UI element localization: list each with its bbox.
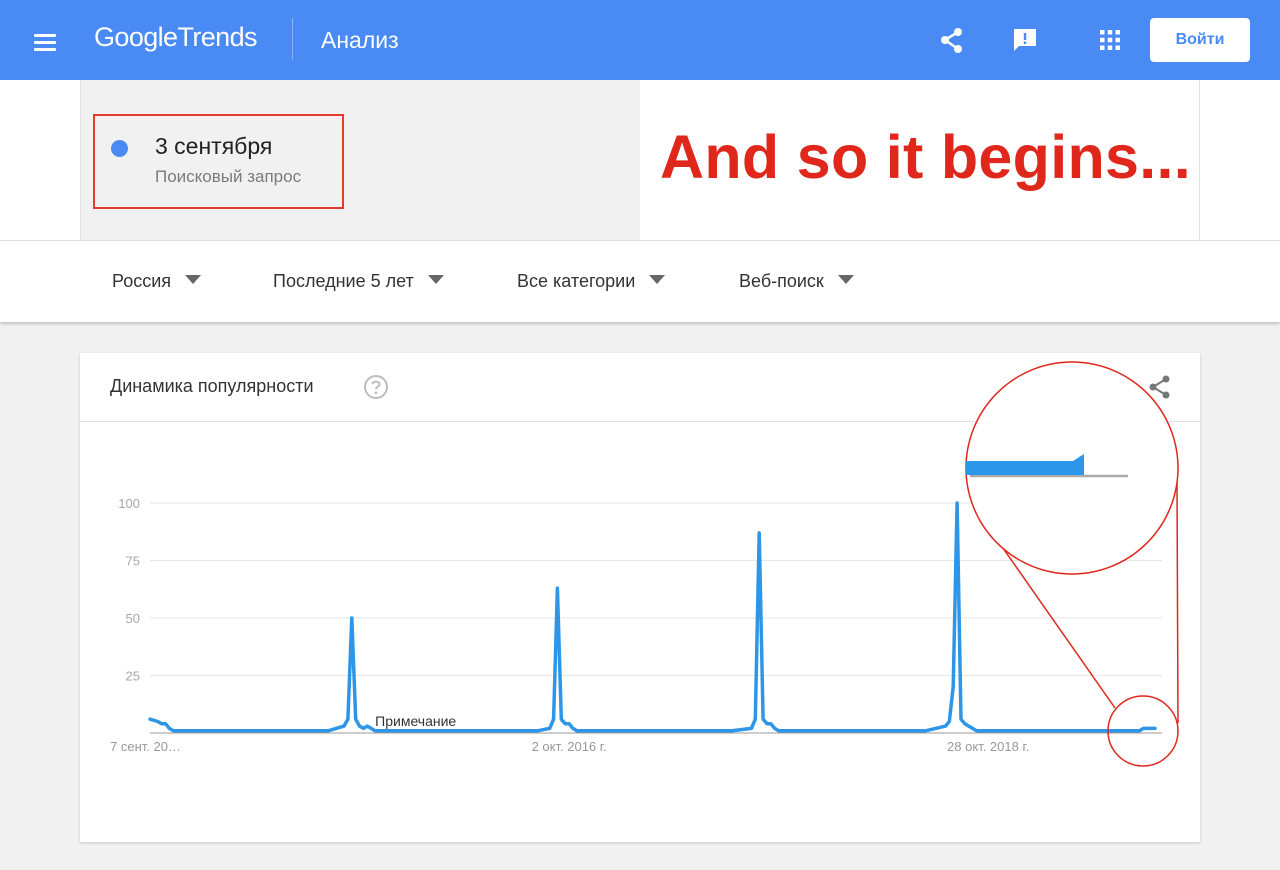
logo-google: Google	[94, 22, 178, 52]
x-tick-label-2: 28 окт. 2018 г.	[947, 739, 1029, 754]
y-tick-label-75: 75	[126, 554, 140, 569]
zoom-connector-line	[1176, 480, 1179, 724]
logo-trends: Trends	[177, 22, 257, 52]
interest-over-time-card: Динамика популярности 25 50 75 100 7 сент. 2…	[80, 353, 1200, 842]
filter-category-label: Все категории	[517, 271, 636, 291]
google-trends-logo[interactable]: GoogleTrends	[94, 22, 258, 53]
filter-category[interactable]: Все категории	[517, 271, 666, 292]
section-title: Анализ	[321, 27, 399, 53]
dropdown-arrow-icon	[185, 275, 202, 284]
term-highlight-box	[93, 114, 344, 209]
search-term-card[interactable]: 3 сентября Поисковый запрос	[80, 80, 640, 240]
dropdown-arrow-icon	[649, 275, 666, 284]
filter-time-label: Последние 5 лет	[273, 271, 414, 291]
annotation-label: Примечание	[375, 713, 456, 729]
chart-annotations: Примечание	[375, 713, 456, 729]
appbar-divider	[292, 18, 293, 60]
share-icon[interactable]	[936, 24, 968, 56]
y-tick-label-25: 25	[126, 669, 140, 684]
filter-bar: Россия Последние 5 лет Все категории Веб…	[0, 240, 1280, 322]
filter-search-type-label: Веб-поиск	[739, 271, 824, 291]
dropdown-arrow-icon	[427, 275, 444, 284]
y-tick-label-50: 50	[126, 611, 140, 626]
login-button[interactable]: Войти	[1150, 18, 1250, 62]
filter-region[interactable]: Россия	[112, 271, 202, 292]
menu-icon[interactable]	[26, 26, 64, 56]
apps-icon[interactable]	[1094, 24, 1126, 56]
add-comparison-card[interactable]: And so it begins...	[640, 80, 1200, 240]
filter-region-label: Россия	[112, 271, 172, 291]
filter-time-range[interactable]: Последние 5 лет	[273, 271, 444, 292]
x-tick-label-1: 2 окт. 2016 г.	[532, 739, 607, 754]
y-tick-label-100: 100	[118, 496, 140, 511]
filter-search-type[interactable]: Веб-поиск	[739, 271, 854, 292]
zoom-callout	[965, 361, 1179, 767]
trend-chart[interactable]: 25 50 75 100 7 сент. 20… 2 окт. 2016 г. 28 окт…	[80, 353, 1200, 842]
top-app-bar: GoogleTrends Анализ Войти	[0, 0, 1280, 80]
overlay-caption: And so it begins...	[660, 123, 1191, 191]
x-tick-label-0: 7 сент. 20…	[110, 739, 181, 754]
dropdown-arrow-icon	[837, 275, 854, 284]
comparison-row: 3 сентября Поисковый запрос And so it be…	[0, 80, 1280, 240]
feedback-icon[interactable]	[1009, 24, 1041, 56]
